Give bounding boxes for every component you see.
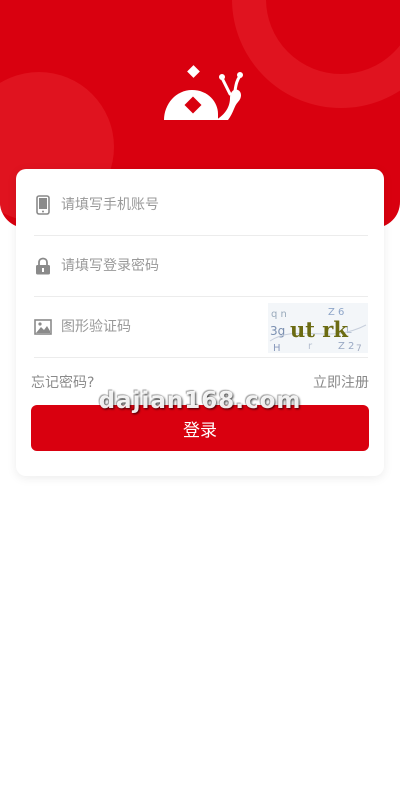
snail-logo-icon (164, 65, 243, 120)
password-input[interactable] (61, 251, 261, 281)
login-button[interactable]: 登录 (31, 405, 369, 451)
svg-text:q n: q n (271, 309, 287, 320)
image-icon (34, 317, 52, 337)
phone-icon (34, 195, 52, 215)
captcha-input[interactable] (61, 312, 261, 342)
captcha-image[interactable]: q n 3g Z 6 L r 7 H Z 2 ut rk (268, 303, 368, 353)
form-links: 忘记密码? 立即注册 (31, 372, 369, 392)
login-page: q n 3g Z 6 L r 7 H Z 2 ut rk 忘记密码? 立即注册 … (0, 0, 400, 798)
lock-icon (34, 256, 52, 276)
svg-text:7: 7 (356, 344, 362, 353)
login-card: q n 3g Z 6 L r 7 H Z 2 ut rk 忘记密码? 立即注册 … (16, 169, 384, 476)
phone-field-row (34, 175, 368, 236)
captcha-text: ut rk (290, 317, 348, 342)
svg-text:3g: 3g (270, 324, 285, 338)
svg-text:H: H (273, 343, 281, 353)
phone-input[interactable] (61, 190, 261, 220)
svg-text:Z 2: Z 2 (338, 341, 354, 352)
password-field-row (34, 236, 368, 297)
register-link[interactable]: 立即注册 (313, 372, 369, 392)
captcha-field-row: q n 3g Z 6 L r 7 H Z 2 ut rk (34, 297, 368, 358)
forgot-password-link[interactable]: 忘记密码? (31, 372, 94, 392)
decor-ring (232, 0, 400, 108)
